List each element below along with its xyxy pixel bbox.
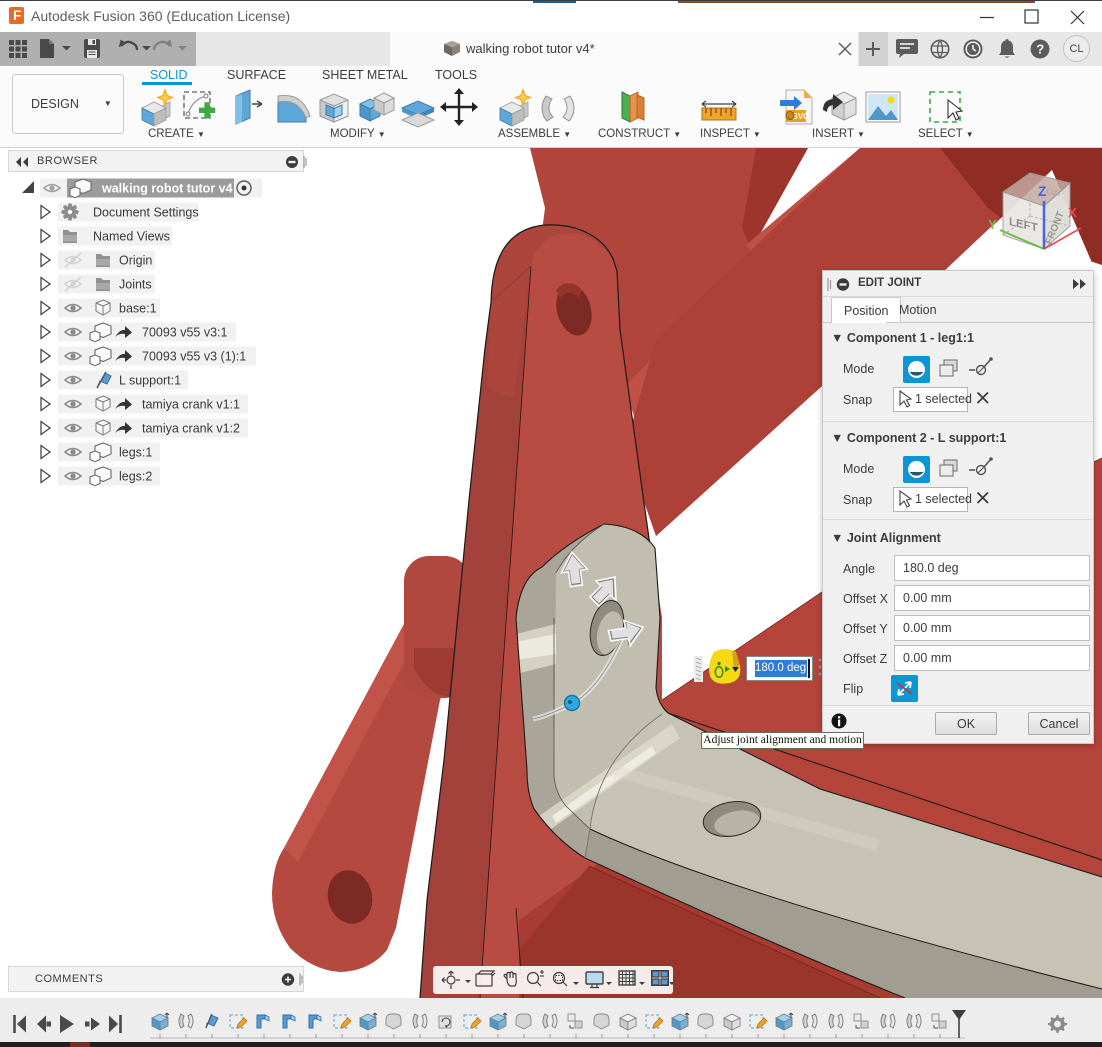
svg-text:Y: Y xyxy=(988,217,997,232)
svg-text:70093 v55 v3 (1):1: 70093 v55 v3 (1):1 xyxy=(142,350,246,364)
svg-text:Document Settings: Document Settings xyxy=(93,206,199,220)
svg-text:70093 v55 v3:1: 70093 v55 v3:1 xyxy=(142,326,228,340)
svg-text:SVG: SVG xyxy=(793,112,810,121)
svg-text:legs:2: legs:2 xyxy=(119,470,152,484)
svg-text:X: X xyxy=(1068,205,1077,220)
svg-text:tamiya crank v1:2: tamiya crank v1:2 xyxy=(142,422,240,436)
svg-text:Joints: Joints xyxy=(119,278,152,292)
svg-text:?: ? xyxy=(1036,42,1044,57)
svg-text:tamiya crank v1:1: tamiya crank v1:1 xyxy=(142,398,240,412)
svg-text:Z: Z xyxy=(1038,184,1046,199)
svg-text:Named Views: Named Views xyxy=(93,230,170,244)
svg-text:legs:1: legs:1 xyxy=(119,446,152,460)
svg-text:base:1: base:1 xyxy=(119,302,157,316)
svg-text:Origin: Origin xyxy=(119,254,152,268)
svg-text:L support:1: L support:1 xyxy=(119,374,181,388)
svg-text:walking robot tutor v4: walking robot tutor v4 xyxy=(101,182,233,196)
